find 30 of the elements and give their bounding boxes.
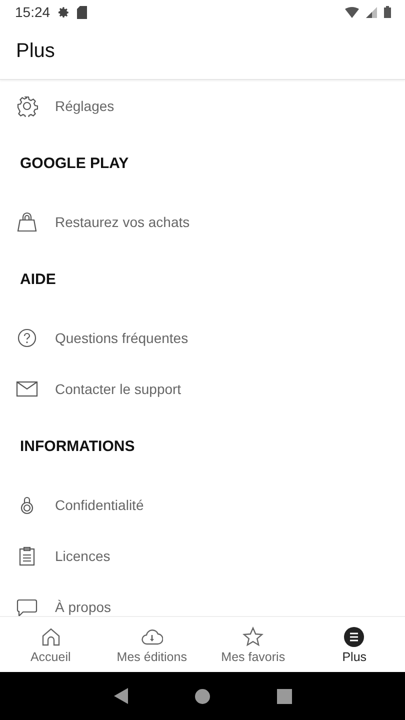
clock: 15:24 (15, 4, 50, 20)
wifi-icon (345, 6, 359, 18)
battery-icon (384, 6, 391, 18)
menu-item[interactable]: À propos (0, 581, 405, 616)
signal-icon (366, 6, 377, 18)
gear-icon (57, 6, 70, 18)
menu-item[interactable]: Licences (0, 530, 405, 581)
home-icon (40, 626, 62, 648)
nav-tab[interactable]: Plus (304, 617, 405, 672)
gear-icon (16, 94, 38, 116)
page-title: Plus (16, 40, 55, 63)
section-header: AIDE (20, 271, 56, 288)
nav-tab[interactable]: Accueil (0, 617, 102, 672)
menu-item[interactable]: Confidentialité (0, 479, 405, 530)
menu-icon (343, 626, 366, 648)
shopping-bag-icon (16, 210, 38, 232)
nav-tab[interactable]: Mes favoris (202, 617, 304, 672)
star-icon (242, 626, 264, 648)
menu-item[interactable]: Restaurez vos achats (0, 196, 405, 247)
back-icon[interactable] (113, 688, 130, 704)
menu-item[interactable]: Questions fréquentes (0, 312, 405, 363)
nav-tab[interactable]: Mes éditions (101, 617, 202, 672)
sd-card-icon (77, 6, 88, 18)
recents-icon[interactable] (276, 688, 292, 704)
section-header: INFORMATIONS (20, 438, 135, 455)
menu-item[interactable]: Contacter le support (0, 363, 405, 414)
question-circle-icon (16, 326, 38, 348)
menu-item[interactable]: Réglages (0, 80, 405, 131)
section-header: GOOGLE PLAY (20, 155, 129, 172)
home-icon[interactable] (195, 688, 210, 704)
